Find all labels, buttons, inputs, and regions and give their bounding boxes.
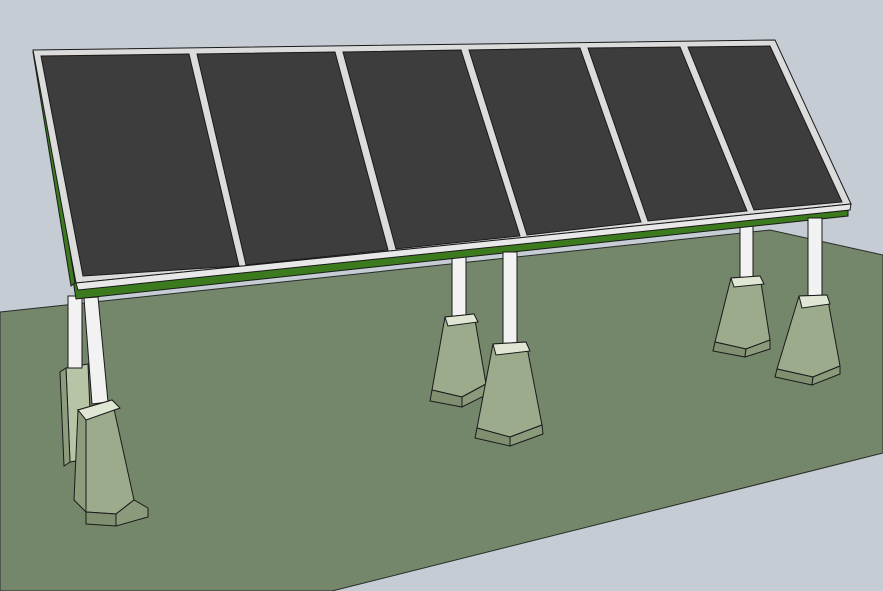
sketch-viewport [0, 0, 883, 591]
solar-array-scene [0, 0, 883, 591]
